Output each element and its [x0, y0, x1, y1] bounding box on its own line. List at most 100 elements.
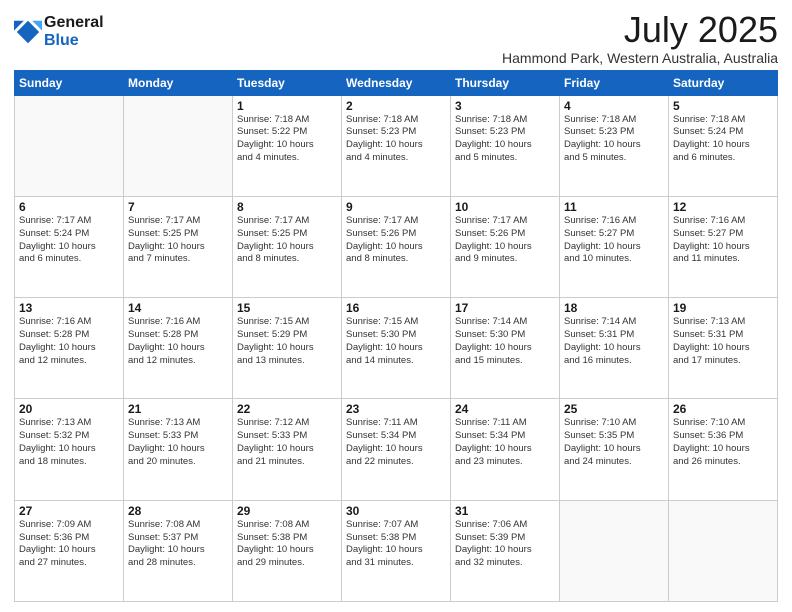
day-detail: Sunrise: 7:11 AM Sunset: 5:34 PM Dayligh… — [346, 417, 446, 468]
calendar-cell — [124, 95, 233, 196]
weekday-header: Thursday — [451, 70, 560, 95]
day-number: 10 — [455, 200, 555, 214]
day-detail: Sunrise: 7:17 AM Sunset: 5:26 PM Dayligh… — [455, 215, 555, 266]
day-number: 29 — [237, 504, 337, 518]
calendar-cell: 16Sunrise: 7:15 AM Sunset: 5:30 PM Dayli… — [342, 298, 451, 399]
day-detail: Sunrise: 7:17 AM Sunset: 5:25 PM Dayligh… — [237, 215, 337, 266]
logo-text: General Blue — [44, 14, 104, 49]
day-number: 6 — [19, 200, 119, 214]
day-number: 14 — [128, 301, 228, 315]
day-detail: Sunrise: 7:12 AM Sunset: 5:33 PM Dayligh… — [237, 417, 337, 468]
day-detail: Sunrise: 7:18 AM Sunset: 5:23 PM Dayligh… — [564, 114, 664, 165]
day-number: 20 — [19, 402, 119, 416]
calendar-cell — [669, 500, 778, 601]
calendar-header-row: SundayMondayTuesdayWednesdayThursdayFrid… — [15, 70, 778, 95]
day-number: 11 — [564, 200, 664, 214]
day-number: 7 — [128, 200, 228, 214]
calendar-cell: 1Sunrise: 7:18 AM Sunset: 5:22 PM Daylig… — [233, 95, 342, 196]
calendar-cell: 15Sunrise: 7:15 AM Sunset: 5:29 PM Dayli… — [233, 298, 342, 399]
day-detail: Sunrise: 7:13 AM Sunset: 5:31 PM Dayligh… — [673, 316, 773, 367]
calendar-cell: 27Sunrise: 7:09 AM Sunset: 5:36 PM Dayli… — [15, 500, 124, 601]
weekday-header: Tuesday — [233, 70, 342, 95]
calendar-cell: 28Sunrise: 7:08 AM Sunset: 5:37 PM Dayli… — [124, 500, 233, 601]
day-number: 26 — [673, 402, 773, 416]
calendar-cell: 22Sunrise: 7:12 AM Sunset: 5:33 PM Dayli… — [233, 399, 342, 500]
day-detail: Sunrise: 7:17 AM Sunset: 5:24 PM Dayligh… — [19, 215, 119, 266]
day-number: 23 — [346, 402, 446, 416]
day-number: 9 — [346, 200, 446, 214]
day-number: 12 — [673, 200, 773, 214]
calendar-cell: 13Sunrise: 7:16 AM Sunset: 5:28 PM Dayli… — [15, 298, 124, 399]
calendar-cell: 20Sunrise: 7:13 AM Sunset: 5:32 PM Dayli… — [15, 399, 124, 500]
day-detail: Sunrise: 7:16 AM Sunset: 5:27 PM Dayligh… — [564, 215, 664, 266]
day-number: 8 — [237, 200, 337, 214]
calendar-cell: 19Sunrise: 7:13 AM Sunset: 5:31 PM Dayli… — [669, 298, 778, 399]
calendar-cell: 8Sunrise: 7:17 AM Sunset: 5:25 PM Daylig… — [233, 196, 342, 297]
day-detail: Sunrise: 7:16 AM Sunset: 5:28 PM Dayligh… — [128, 316, 228, 367]
title-block: July 2025 Hammond Park, Western Australi… — [502, 10, 778, 66]
day-number: 5 — [673, 99, 773, 113]
weekday-header: Sunday — [15, 70, 124, 95]
weekday-header: Wednesday — [342, 70, 451, 95]
calendar-cell: 3Sunrise: 7:18 AM Sunset: 5:23 PM Daylig… — [451, 95, 560, 196]
day-detail: Sunrise: 7:15 AM Sunset: 5:29 PM Dayligh… — [237, 316, 337, 367]
day-detail: Sunrise: 7:13 AM Sunset: 5:33 PM Dayligh… — [128, 417, 228, 468]
calendar-cell: 2Sunrise: 7:18 AM Sunset: 5:23 PM Daylig… — [342, 95, 451, 196]
day-detail: Sunrise: 7:16 AM Sunset: 5:27 PM Dayligh… — [673, 215, 773, 266]
logo: General Blue — [14, 14, 104, 49]
calendar-cell — [560, 500, 669, 601]
day-detail: Sunrise: 7:17 AM Sunset: 5:26 PM Dayligh… — [346, 215, 446, 266]
day-detail: Sunrise: 7:14 AM Sunset: 5:30 PM Dayligh… — [455, 316, 555, 367]
calendar-cell: 12Sunrise: 7:16 AM Sunset: 5:27 PM Dayli… — [669, 196, 778, 297]
day-number: 28 — [128, 504, 228, 518]
day-number: 31 — [455, 504, 555, 518]
calendar-week-row: 20Sunrise: 7:13 AM Sunset: 5:32 PM Dayli… — [15, 399, 778, 500]
day-detail: Sunrise: 7:15 AM Sunset: 5:30 PM Dayligh… — [346, 316, 446, 367]
day-detail: Sunrise: 7:08 AM Sunset: 5:38 PM Dayligh… — [237, 519, 337, 570]
calendar-table: SundayMondayTuesdayWednesdayThursdayFrid… — [14, 70, 778, 602]
calendar-cell — [15, 95, 124, 196]
day-detail: Sunrise: 7:18 AM Sunset: 5:23 PM Dayligh… — [455, 114, 555, 165]
day-detail: Sunrise: 7:13 AM Sunset: 5:32 PM Dayligh… — [19, 417, 119, 468]
calendar-week-row: 13Sunrise: 7:16 AM Sunset: 5:28 PM Dayli… — [15, 298, 778, 399]
day-number: 27 — [19, 504, 119, 518]
day-number: 3 — [455, 99, 555, 113]
day-number: 24 — [455, 402, 555, 416]
calendar-week-row: 1Sunrise: 7:18 AM Sunset: 5:22 PM Daylig… — [15, 95, 778, 196]
weekday-header: Saturday — [669, 70, 778, 95]
calendar-cell: 14Sunrise: 7:16 AM Sunset: 5:28 PM Dayli… — [124, 298, 233, 399]
day-detail: Sunrise: 7:06 AM Sunset: 5:39 PM Dayligh… — [455, 519, 555, 570]
day-number: 13 — [19, 301, 119, 315]
day-number: 21 — [128, 402, 228, 416]
day-detail: Sunrise: 7:18 AM Sunset: 5:23 PM Dayligh… — [346, 114, 446, 165]
day-detail: Sunrise: 7:18 AM Sunset: 5:24 PM Dayligh… — [673, 114, 773, 165]
day-detail: Sunrise: 7:14 AM Sunset: 5:31 PM Dayligh… — [564, 316, 664, 367]
header: General Blue July 2025 Hammond Park, Wes… — [14, 10, 778, 66]
day-detail: Sunrise: 7:16 AM Sunset: 5:28 PM Dayligh… — [19, 316, 119, 367]
calendar-cell: 18Sunrise: 7:14 AM Sunset: 5:31 PM Dayli… — [560, 298, 669, 399]
day-detail: Sunrise: 7:18 AM Sunset: 5:22 PM Dayligh… — [237, 114, 337, 165]
weekday-header: Friday — [560, 70, 669, 95]
page: General Blue July 2025 Hammond Park, Wes… — [0, 0, 792, 612]
day-detail: Sunrise: 7:08 AM Sunset: 5:37 PM Dayligh… — [128, 519, 228, 570]
calendar-cell: 25Sunrise: 7:10 AM Sunset: 5:35 PM Dayli… — [560, 399, 669, 500]
calendar-cell: 6Sunrise: 7:17 AM Sunset: 5:24 PM Daylig… — [15, 196, 124, 297]
calendar-cell: 29Sunrise: 7:08 AM Sunset: 5:38 PM Dayli… — [233, 500, 342, 601]
calendar-cell: 26Sunrise: 7:10 AM Sunset: 5:36 PM Dayli… — [669, 399, 778, 500]
calendar-cell: 11Sunrise: 7:16 AM Sunset: 5:27 PM Dayli… — [560, 196, 669, 297]
calendar-cell: 30Sunrise: 7:07 AM Sunset: 5:38 PM Dayli… — [342, 500, 451, 601]
calendar-week-row: 27Sunrise: 7:09 AM Sunset: 5:36 PM Dayli… — [15, 500, 778, 601]
calendar-cell: 21Sunrise: 7:13 AM Sunset: 5:33 PM Dayli… — [124, 399, 233, 500]
month-title: July 2025 — [502, 10, 778, 50]
calendar-cell: 5Sunrise: 7:18 AM Sunset: 5:24 PM Daylig… — [669, 95, 778, 196]
calendar-cell: 23Sunrise: 7:11 AM Sunset: 5:34 PM Dayli… — [342, 399, 451, 500]
calendar-cell: 24Sunrise: 7:11 AM Sunset: 5:34 PM Dayli… — [451, 399, 560, 500]
calendar-cell: 9Sunrise: 7:17 AM Sunset: 5:26 PM Daylig… — [342, 196, 451, 297]
day-number: 1 — [237, 99, 337, 113]
day-number: 15 — [237, 301, 337, 315]
day-detail: Sunrise: 7:09 AM Sunset: 5:36 PM Dayligh… — [19, 519, 119, 570]
day-detail: Sunrise: 7:17 AM Sunset: 5:25 PM Dayligh… — [128, 215, 228, 266]
day-number: 2 — [346, 99, 446, 113]
day-number: 18 — [564, 301, 664, 315]
weekday-header: Monday — [124, 70, 233, 95]
